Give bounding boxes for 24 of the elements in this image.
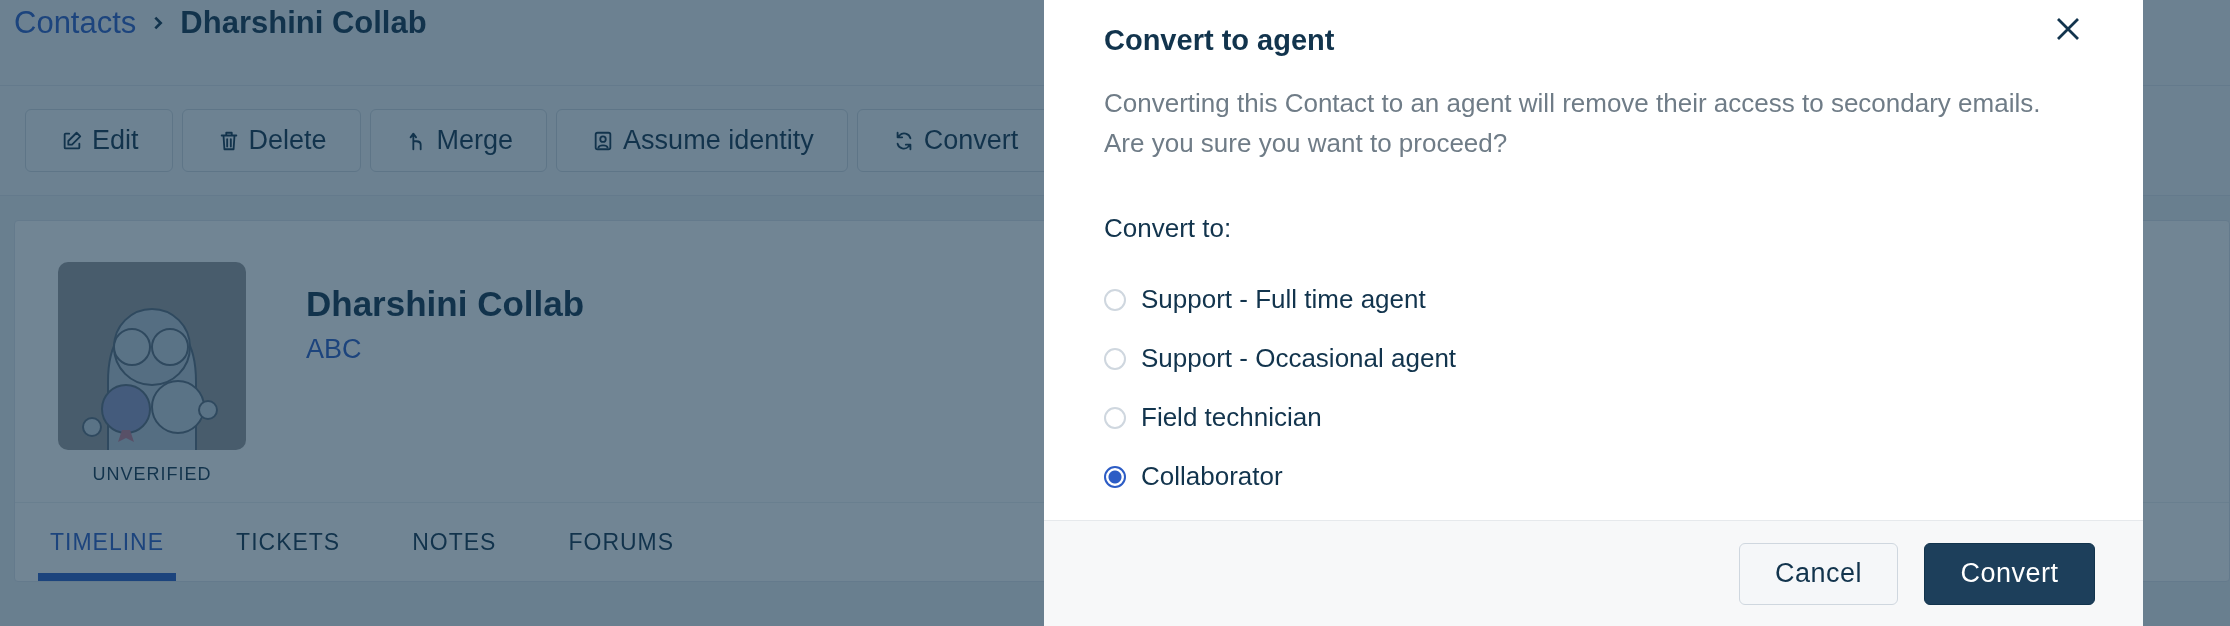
dialog-title: Convert to agent (1104, 23, 1335, 57)
field-label: Convert to: (1104, 213, 1233, 244)
company-link[interactable]: ABC (306, 334, 585, 365)
breadcrumb-link[interactable]: Contacts (14, 4, 137, 42)
edit-icon (61, 129, 83, 152)
page-title: Dharshini Collab (180, 4, 427, 42)
contact-name: Dharshini Collab (306, 284, 585, 324)
tab[interactable]: TIMELINE (38, 503, 177, 581)
toolbar-button[interactable]: Assume identity (556, 109, 848, 172)
dialog-message: Converting this Contact to an agent will remove their access to secondary emails. Are you sure you want to proceed? (1104, 87, 2042, 160)
convert-button[interactable]: Convert (1924, 542, 2095, 605)
tab[interactable]: NOTES (400, 503, 509, 581)
option-label[interactable]: Field technician (1141, 402, 1322, 433)
toolbar-button[interactable]: Delete (181, 109, 361, 172)
toolbar-button[interactable]: Edit (25, 109, 173, 172)
option-label[interactable]: Support - Full time agent (1141, 284, 1426, 315)
tab[interactable]: FORUMS (556, 503, 687, 581)
option-label[interactable]: Support - Occasional agent (1141, 343, 1457, 374)
status-label: UNVERIFIED (92, 464, 212, 485)
option-label[interactable]: Collaborator (1141, 461, 1283, 492)
cancel-button[interactable]: Cancel (1739, 542, 1898, 605)
tab[interactable]: TICKETS (224, 503, 353, 581)
toolbar-button[interactable]: Merge (369, 109, 548, 172)
radio-button[interactable] (1104, 465, 1126, 488)
